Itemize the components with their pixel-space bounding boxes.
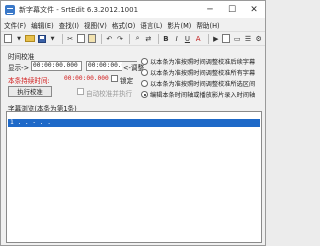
menu-help[interactable]: 帮助(H) — [196, 20, 219, 30]
chevron-down-icon: ▼ — [17, 35, 22, 42]
start-time-field[interactable]: 00:00:00.000 — [31, 61, 82, 71]
toolbar: ▼ ▼ ✂ ↶ ↷ ⌕ ⇄ B I U A ▶ ▭ ☰ ⚙ — [1, 31, 265, 46]
menu-format[interactable]: 格式(O) — [112, 20, 136, 30]
subtitle-preview-list[interactable]: 1 . . - . . — [6, 111, 262, 243]
copy-button[interactable] — [76, 34, 86, 44]
save-button[interactable] — [37, 34, 46, 44]
display-label: 显示-> — [8, 64, 30, 72]
menu-file[interactable]: 文件(F) — [4, 20, 26, 30]
preview-button[interactable]: ▭ — [233, 34, 242, 44]
list-button[interactable]: ☰ — [244, 34, 253, 44]
timing-group-label: 时间校准 — [8, 53, 35, 61]
radio-button[interactable] — [141, 58, 148, 65]
menu-edit[interactable]: 编辑(E) — [31, 20, 54, 30]
cut-button[interactable]: ✂ — [66, 34, 75, 44]
monitor-icon: ▭ — [233, 34, 241, 43]
underline-button[interactable]: U — [183, 34, 192, 44]
selected-subtitle-row[interactable]: 1 . . - . . — [8, 119, 260, 127]
open-file-button[interactable] — [25, 34, 36, 44]
redo-button[interactable]: ↷ — [116, 34, 125, 44]
menu-bar: 文件(F) 编辑(E) 查找(I) 视图(V) 格式(O) 语言(L) 影片(M… — [1, 18, 265, 31]
scissors-icon: ✂ — [67, 34, 74, 43]
play-icon: ▶ — [213, 34, 219, 43]
toolbar-separator — [129, 33, 131, 44]
toolbar-separator — [157, 33, 159, 44]
execute-calibration-button[interactable]: 执行校准 — [8, 86, 52, 97]
title-bar: 新字幕文件 - SrtEdit 6.3.2012.1001 ─ ☐ ✕ — [1, 1, 265, 18]
subtitle-icon — [222, 34, 231, 43]
new-dropdown-button[interactable]: ▼ — [15, 34, 24, 44]
minimize-button[interactable]: ─ — [199, 1, 221, 18]
settings-button[interactable]: ⚙ — [254, 34, 263, 44]
lock-checkbox[interactable] — [111, 75, 118, 82]
radio-button[interactable] — [141, 69, 148, 76]
find-button[interactable]: ⌕ — [133, 34, 142, 44]
option-range[interactable]: 以本条为准按照时间调整校准所选区间 — [141, 79, 255, 88]
replace-icon: ⇄ — [145, 34, 152, 43]
radio-button[interactable] — [141, 80, 148, 87]
option-edit-timeline[interactable]: 编辑本条时间轴或播放影片录入时间轴 — [141, 90, 255, 99]
replace-button[interactable]: ⇄ — [144, 34, 153, 44]
search-icon: ⌕ — [135, 34, 140, 42]
save-dropdown-button[interactable]: ▼ — [48, 34, 57, 44]
duration-label: 本条持续时间: — [8, 77, 50, 85]
italic-button[interactable]: I — [172, 34, 181, 44]
radio-button-selected[interactable] — [141, 91, 148, 98]
save-icon — [37, 34, 46, 43]
option-follow-up[interactable]: 以本条为准按照时间调整校准后续字幕 — [141, 57, 255, 66]
chevron-down-icon: ▼ — [50, 35, 55, 42]
toolbar-separator — [61, 33, 63, 44]
paste-button[interactable] — [87, 34, 96, 44]
list-icon: ☰ — [244, 34, 252, 43]
play-button[interactable]: ▶ — [211, 34, 220, 44]
window-controls: ─ ☐ ✕ — [199, 1, 265, 18]
option-all[interactable]: 以本条为准按照时间调整校准所有字幕 — [141, 68, 255, 77]
toolbar-separator — [207, 33, 209, 44]
option-label: 以本条为准按照时间调整校准所有字幕 — [150, 70, 256, 77]
gear-icon: ⚙ — [255, 34, 262, 43]
duration-value: 00:00:00.000 — [64, 75, 109, 82]
maximize-button[interactable]: ☐ — [221, 1, 243, 18]
option-label: 以本条为准按照时间调整校准后续字幕 — [150, 59, 256, 66]
lock-label: 锁定 — [120, 77, 134, 85]
option-label: 以本条为准按照时间调整校准所选区间 — [150, 81, 256, 88]
auto-execute-checkbox[interactable] — [77, 88, 84, 95]
subtitle-button[interactable] — [222, 34, 231, 44]
folder-icon — [25, 35, 36, 42]
app-window: 新字幕文件 - SrtEdit 6.3.2012.1001 ─ ☐ ✕ 文件(F… — [0, 0, 266, 246]
undo-button[interactable]: ↶ — [105, 34, 114, 44]
copy-icon — [76, 34, 85, 43]
text-color-button[interactable]: A — [194, 34, 203, 44]
menu-language[interactable]: 语言(L) — [140, 20, 162, 30]
bold-button[interactable]: B — [162, 34, 171, 44]
menu-view[interactable]: 视图(V) — [84, 20, 107, 30]
option-label: 编辑本条时间轴或播放影片录入时间轴 — [150, 92, 256, 99]
app-icon — [5, 4, 15, 15]
new-file-button[interactable] — [4, 34, 13, 44]
new-document-icon — [4, 34, 13, 43]
paste-icon — [87, 34, 96, 43]
window-title: 新字幕文件 - SrtEdit 6.3.2012.1001 — [19, 5, 139, 14]
auto-execute-label: 自动校准并执行 — [86, 90, 133, 98]
menu-movie[interactable]: 影片(M) — [167, 20, 191, 30]
menu-find[interactable]: 查找(I) — [59, 20, 79, 30]
close-button[interactable]: ✕ — [243, 1, 265, 18]
toolbar-separator — [101, 33, 102, 44]
